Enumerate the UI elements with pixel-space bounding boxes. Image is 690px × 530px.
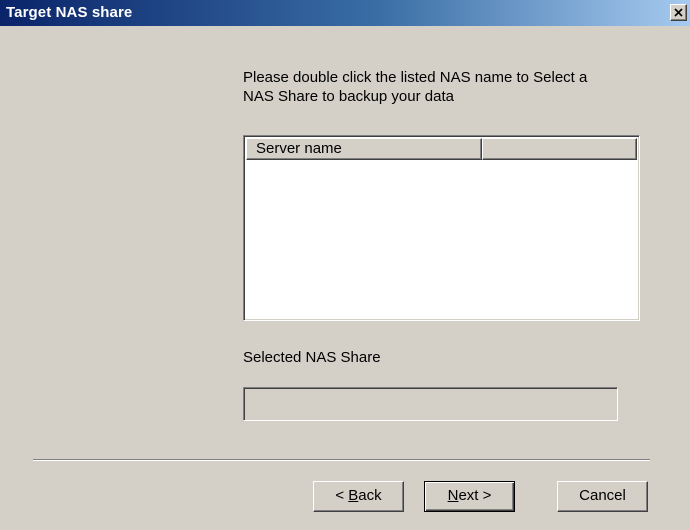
back-button[interactable]: < Back xyxy=(313,481,404,512)
window-title: Target NAS share xyxy=(6,4,133,21)
back-mnemonic: B xyxy=(348,487,359,504)
column-header-blank[interactable] xyxy=(482,138,637,160)
divider xyxy=(33,459,650,461)
instructions-text: Please double click the listed NAS name … xyxy=(243,69,588,105)
column-header-server-name[interactable]: Server name xyxy=(246,138,482,160)
next-button[interactable]: Next > xyxy=(424,481,515,512)
close-button[interactable] xyxy=(670,4,687,21)
next-mnemonic: N xyxy=(447,487,459,504)
selected-share-field[interactable] xyxy=(243,387,618,421)
next-label-rest: ext > xyxy=(458,487,492,504)
back-prefix: < xyxy=(335,487,349,504)
selected-share-label: Selected NAS Share xyxy=(243,349,381,366)
cancel-button[interactable]: Cancel xyxy=(557,481,648,512)
dialog-window: Target NAS share Please double click the… xyxy=(0,0,690,530)
back-label-rest: ack xyxy=(358,487,382,504)
list-header: Server name xyxy=(246,138,637,160)
title-bar[interactable]: Target NAS share xyxy=(0,0,690,26)
server-list[interactable]: Server name xyxy=(243,135,640,321)
close-icon xyxy=(674,8,683,17)
